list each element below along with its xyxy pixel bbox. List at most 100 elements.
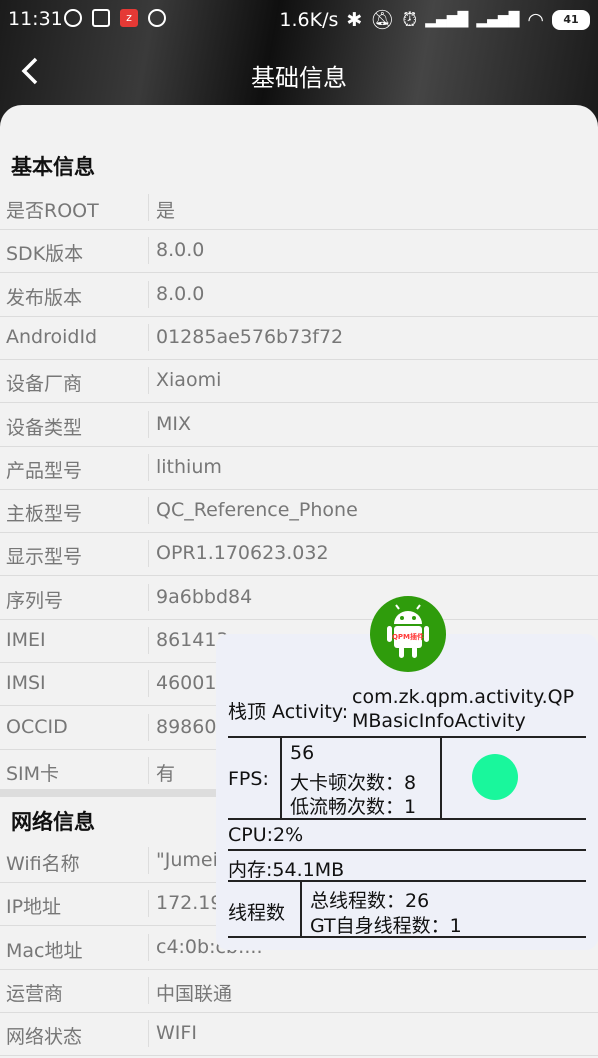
info-row: 网络状态 WIFI [0, 1012, 598, 1057]
info-row: 序列号 9a6bbd84 [0, 576, 598, 620]
low-smooth-count: 低流畅次数：1 [290, 796, 417, 818]
row-separator [148, 323, 149, 351]
network-speed: 1.6K/s [279, 8, 339, 31]
row-separator [148, 890, 149, 918]
info-row: 运营商 中国联通 [0, 969, 598, 1013]
info-key: 发布版本 [6, 286, 83, 309]
info-value: 中国联通 [156, 982, 233, 1005]
status-bar: 11:31 z 1.6K/s ✱ 🔕︎ ⏰︎ ▂▄▆█ ▂▄▆█ ◠ 41 [0, 0, 598, 38]
thread-label: 线程数 [228, 902, 286, 924]
row-separator [148, 756, 149, 784]
status-right: 1.6K/s ✱ 🔕︎ ⏰︎ ▂▄▆█ ▂▄▆█ ◠ 41 [279, 8, 590, 31]
info-value: lithium [156, 455, 222, 478]
info-row: 是否ROOT 是 [0, 186, 598, 230]
divider [228, 849, 586, 851]
section-title-basic: 基本信息 [11, 155, 95, 179]
info-key: IMSI [6, 672, 46, 695]
mute-icon: 🔕︎ [370, 9, 395, 31]
info-key: IMEI [6, 629, 46, 651]
signal-icon: ▂▄▆█ [425, 11, 469, 28]
info-key: 产品型号 [6, 459, 83, 482]
wifi-icon: ◠ [527, 8, 544, 31]
app-z-icon: z [120, 9, 138, 27]
app-notification-icon [92, 9, 110, 27]
divider [440, 736, 442, 818]
info-value: WIFI [156, 1022, 197, 1045]
divider [228, 818, 586, 820]
info-key: OCCID [6, 715, 68, 738]
bluetooth-icon: ✱ [346, 8, 363, 31]
status-indicator [472, 754, 518, 800]
row-separator [148, 933, 149, 961]
info-row: 设备类型 MIX [0, 403, 598, 447]
row-separator [148, 670, 149, 698]
divider [280, 736, 282, 818]
plugin-badge-label: QPM插件 [391, 633, 425, 641]
info-value: 8.0.0 [156, 239, 205, 262]
divider [228, 880, 586, 882]
divider [300, 880, 302, 936]
battery-icon: 41 [552, 9, 590, 30]
row-separator [148, 497, 149, 525]
info-key: 网络状态 [6, 1026, 83, 1049]
cpu-usage: CPU:2% [228, 824, 304, 846]
total-threads: 总线程数：26 [310, 890, 430, 912]
row-separator [148, 847, 149, 874]
alarm-icon: ⏰︎ [402, 8, 418, 31]
info-row: 产品型号 lithium [0, 446, 598, 490]
info-key: SDK版本 [6, 243, 84, 266]
fps-value: 56 [290, 742, 315, 764]
info-value: 有 [156, 762, 176, 785]
info-value: 9a6bbd84 [156, 585, 253, 608]
info-key: Mac地址 [6, 939, 83, 962]
row-separator [148, 280, 149, 308]
info-row: 显示型号 OPR1.170623.032 [0, 532, 598, 577]
row-separator [148, 540, 149, 568]
row-separator [148, 583, 149, 611]
performance-overlay[interactable]: 栈顶 Activity: com.zk.qpm.activity.QP MBas… [216, 634, 598, 950]
record-icon-2 [148, 9, 166, 27]
info-row: AndroidId 01285ae576b73f72 [0, 316, 598, 360]
row-separator [148, 453, 149, 481]
record-icon [64, 9, 82, 27]
nav-bar: 基础信息 [0, 46, 598, 98]
info-key: AndroidId [6, 325, 98, 348]
info-value: QC_Reference_Phone [156, 499, 358, 522]
activity-label: 栈顶 Activity: [228, 701, 349, 723]
row-separator [148, 627, 149, 654]
info-value: 172.19 [156, 892, 223, 915]
page-title: 基础信息 [251, 64, 347, 92]
info-key: 设备厂商 [6, 373, 83, 396]
info-key: 运营商 [6, 982, 64, 1005]
android-logo-icon[interactable]: QPM插件 [370, 596, 446, 672]
fps-label: FPS: [228, 768, 269, 790]
info-value: Xiaomi [156, 369, 222, 392]
section-title-network: 网络信息 [11, 810, 95, 834]
info-key: IP地址 [6, 896, 62, 919]
row-separator [148, 410, 149, 438]
row-separator [148, 976, 149, 1004]
info-value: MIX [156, 412, 192, 435]
divider [228, 936, 586, 938]
row-separator [148, 713, 149, 741]
info-key: 设备类型 [6, 416, 83, 439]
info-row: 设备厂商 Xiaomi [0, 359, 598, 404]
row-separator [148, 1020, 149, 1048]
info-row: 发布版本 8.0.0 [0, 273, 598, 317]
info-value: 8.0.0 [156, 282, 205, 305]
row-separator [148, 237, 149, 265]
info-value: 是 [156, 200, 176, 222]
big-jank-count: 大卡顿次数：8 [290, 772, 417, 794]
info-key: 显示型号 [6, 546, 83, 569]
activity-value-line1: com.zk.qpm.activity.QP [352, 686, 575, 708]
info-row: SDK版本 8.0.0 [0, 229, 598, 274]
info-key: 主板型号 [6, 503, 83, 526]
notification-icons: z [64, 9, 166, 27]
signal-icon-2: ▂▄▆█ [476, 11, 520, 28]
info-value: "Jumei [156, 849, 218, 871]
row-separator [148, 194, 149, 221]
activity-value-line2: MBasicInfoActivity [352, 710, 526, 732]
info-key: Wifi名称 [6, 853, 80, 875]
memory-usage: 内存:54.1MB [228, 859, 345, 881]
info-key: SIM卡 [6, 762, 60, 785]
